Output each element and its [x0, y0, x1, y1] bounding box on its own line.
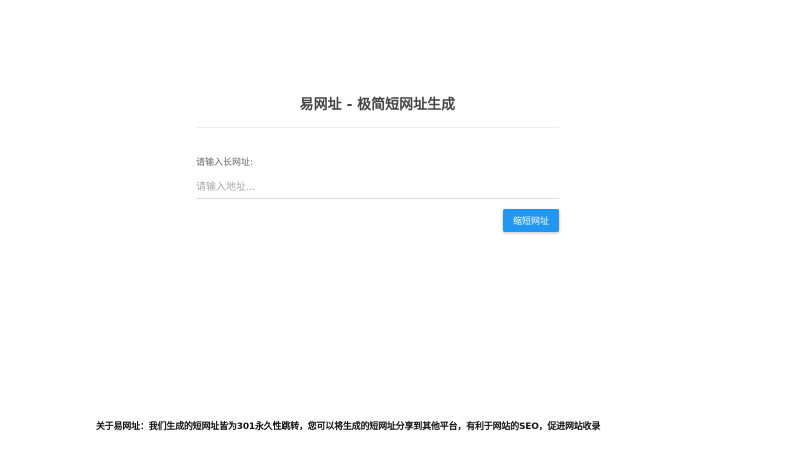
- about-footer-note: 关于易网址：我们生成的短网址皆为301永久性跳转，您可以将生成的短网址分享到其他…: [96, 422, 601, 432]
- form-actions: 缩短网址: [196, 209, 559, 233]
- title-divider: [196, 127, 559, 128]
- page: 易网址 - 极简短网址生成 请输入长网址: 缩短网址 关于易网址：我们生成的短网…: [0, 0, 799, 466]
- shortener-card: 易网址 - 极简短网址生成 请输入长网址: 缩短网址: [196, 90, 559, 233]
- long-url-label: 请输入长网址:: [196, 158, 254, 168]
- long-url-input[interactable]: [196, 177, 559, 199]
- shorten-url-button[interactable]: 缩短网址: [503, 209, 559, 232]
- page-title: 易网址 - 极简短网址生成: [299, 97, 456, 113]
